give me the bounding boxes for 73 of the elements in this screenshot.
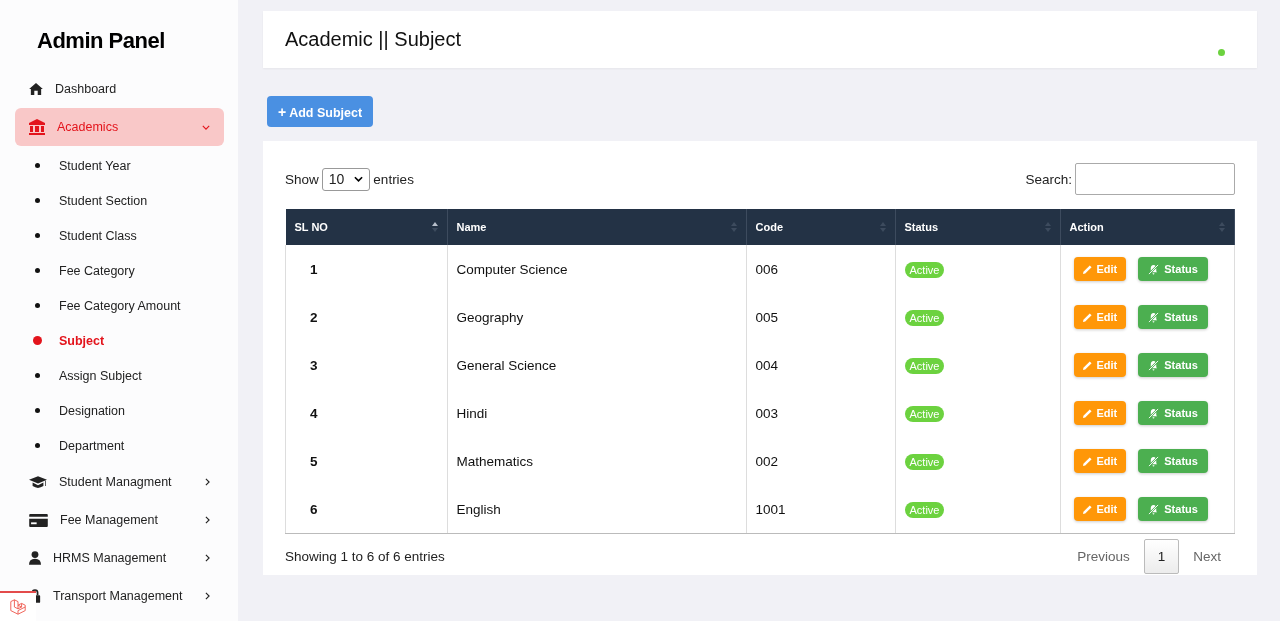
page-button[interactable]: 1 (1143, 539, 1180, 574)
table-cell: 2 (285, 293, 447, 341)
sidebar-subitem[interactable]: Designation (0, 393, 238, 428)
status-badge: Active (904, 405, 945, 422)
table-cell: 3 (285, 341, 447, 389)
next-link[interactable]: Next (1179, 549, 1235, 564)
sidebar-subitem[interactable]: Student Year (0, 148, 238, 183)
sidebar-subitem[interactable]: Student Class (0, 218, 238, 253)
credit-card-icon (29, 513, 48, 527)
table-cell: 5 (285, 437, 447, 485)
table-cell: Geography (447, 293, 746, 341)
bell-slash-icon (1148, 359, 1160, 371)
table-cell: Mathematics (447, 437, 746, 485)
table-cell: 002 (746, 437, 895, 485)
pencil-icon (1082, 408, 1092, 418)
pencil-icon (1082, 504, 1092, 514)
table-cell: 6 (285, 485, 447, 534)
previous-link[interactable]: Previous (1063, 549, 1144, 564)
cube-logo-icon (9, 598, 27, 616)
bell-slash-icon (1148, 311, 1160, 323)
search-label: Search: (1025, 171, 1072, 187)
status-badge: Active (904, 309, 945, 326)
status-badge: Active (904, 261, 945, 278)
table-cell: 003 (746, 389, 895, 437)
status-badge: Active (904, 453, 945, 470)
online-indicator (1218, 49, 1225, 56)
table-cell: General Science (447, 341, 746, 389)
column-header[interactable]: Action (1060, 209, 1235, 245)
table-cell: 1001 (746, 485, 895, 534)
sidebar-subitem[interactable]: Student Section (0, 183, 238, 218)
page-title: Academic || Subject (285, 28, 462, 51)
user-icon (29, 551, 41, 565)
sidebar-item[interactable]: HRMS Management (15, 539, 224, 577)
column-header[interactable]: Code (746, 209, 895, 245)
app-title: Admin Panel (37, 28, 166, 54)
bell-slash-icon (1148, 263, 1160, 275)
pencil-icon (1082, 264, 1092, 274)
sidebar-item[interactable]: Student Managment (15, 463, 224, 501)
bell-slash-icon (1148, 455, 1160, 467)
column-header[interactable]: Name (447, 209, 746, 245)
sidebar-subitem[interactable]: Subject (0, 323, 238, 358)
bank-icon (29, 119, 45, 135)
show-label: Show (285, 171, 319, 187)
sidebar-subitem[interactable]: Assign Subject (0, 358, 238, 393)
table-cell: 004 (746, 341, 895, 389)
sidebar-item[interactable]: Fee Management (15, 501, 224, 539)
page-size-select[interactable]: 10 (321, 167, 371, 191)
column-header[interactable]: SL NO (285, 209, 447, 245)
chevron-down-icon (354, 176, 364, 182)
pencil-icon (1082, 360, 1092, 370)
pencil-icon (1082, 312, 1092, 322)
table-cell: 005 (746, 293, 895, 341)
status-badge: Active (904, 357, 945, 374)
graduation-cap-icon (29, 475, 47, 489)
bell-slash-icon (1148, 503, 1160, 515)
table-cell: 4 (285, 389, 447, 437)
entries-label: entries (373, 171, 414, 187)
bell-slash-icon (1148, 407, 1160, 419)
table-cell: 006 (746, 245, 895, 293)
table-cell: 1 (285, 245, 447, 293)
table-cell: English (447, 485, 746, 534)
status-badge: Active (904, 501, 945, 518)
table-cell: Hindi (447, 389, 746, 437)
sidebar-item[interactable]: Dashboard (15, 70, 224, 108)
column-header[interactable]: Status (895, 209, 1060, 245)
home-icon (29, 83, 43, 95)
table-cell: Computer Science (447, 245, 746, 293)
sidebar-subitem[interactable]: Fee Category (0, 253, 238, 288)
table-info: Showing 1 to 6 of 6 entries (285, 549, 445, 564)
sidebar-subitem[interactable]: Department (0, 428, 238, 463)
search-field[interactable] (1075, 163, 1235, 195)
pencil-icon (1082, 456, 1092, 466)
sidebar-subitem[interactable]: Fee Category Amount (0, 288, 238, 323)
